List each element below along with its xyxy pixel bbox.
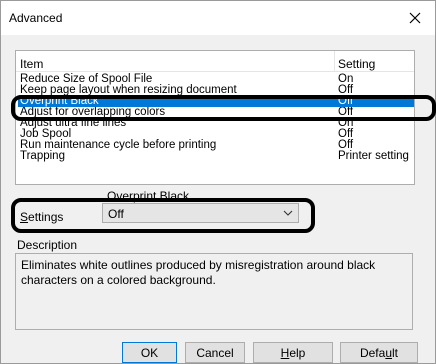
row-item: Overprint Black xyxy=(20,95,99,107)
help-label-rest: elp xyxy=(289,345,306,360)
default-button[interactable]: Defa u lt xyxy=(340,342,418,363)
chevron-down-icon xyxy=(283,207,293,221)
column-separator xyxy=(334,51,335,71)
settings-dropdown-value: Off xyxy=(108,207,124,221)
ok-button[interactable]: OK xyxy=(122,342,177,363)
default-label-post: lt xyxy=(392,345,399,360)
group-title: Overprint Black xyxy=(107,189,190,203)
close-icon xyxy=(409,12,421,24)
title-bar: Advanced xyxy=(1,1,435,35)
default-label-pre: Defa xyxy=(359,345,386,360)
settings-dropdown[interactable]: Off xyxy=(102,203,299,223)
description-label: Description xyxy=(17,238,78,252)
row-setting: Off xyxy=(338,95,354,107)
help-button[interactable]: Help xyxy=(253,342,333,363)
close-button[interactable] xyxy=(403,6,427,30)
list-header: Item Setting xyxy=(16,51,414,72)
help-accel-key: H xyxy=(280,345,290,360)
row-setting: Printer setting xyxy=(338,150,409,162)
advanced-dialog: Advanced Item Setting Reduce Size of Spo… xyxy=(0,0,436,364)
cancel-button[interactable]: Cancel xyxy=(185,342,245,363)
list-row[interactable]: Trapping Printer setting xyxy=(18,150,414,162)
item-setting-list[interactable]: Item Setting Reduce Size of Spool File O… xyxy=(15,50,415,185)
list-row[interactable]: Adjust ultra fine lines On xyxy=(18,117,414,129)
list-row-selected[interactable]: Overprint Black Off xyxy=(18,95,414,107)
settings-label: Settings xyxy=(20,210,63,224)
settings-label-rest: ettings xyxy=(28,210,64,224)
column-header-item[interactable]: Item xyxy=(20,57,43,71)
dialog-title: Advanced xyxy=(9,11,63,25)
column-header-setting[interactable]: Setting xyxy=(338,57,375,71)
default-accel-key: u xyxy=(385,345,393,360)
settings-accel-key: S xyxy=(20,210,29,224)
row-item: Trapping xyxy=(20,150,65,162)
description-text: Eliminates white outlines produced by mi… xyxy=(15,253,413,330)
